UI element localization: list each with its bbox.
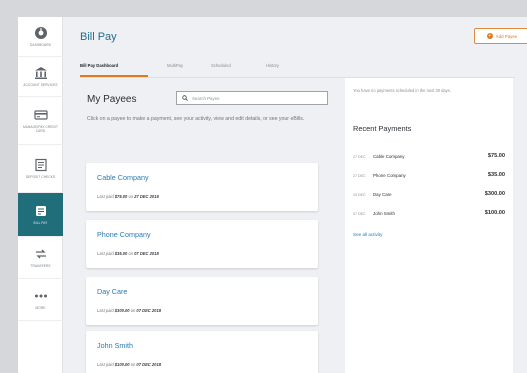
recent-payments-panel: You have no payments scheduled in the ne… [345, 78, 513, 373]
payee-last-paid: Last paid $100.00 on 07 DEC 2018 [97, 362, 162, 367]
payment-date: 27 DEC [353, 155, 366, 159]
payment-amount: $75.00 [487, 153, 505, 159]
payee-card-phone-company[interactable]: Phone Company Last paid $35.00 on 07 DEC… [86, 220, 318, 268]
search-input[interactable] [192, 95, 322, 101]
bill-pay-icon [35, 206, 46, 216]
tab-history[interactable]: History [266, 63, 279, 68]
payee-last-paid: Last paid $35.00 on 07 DEC 2018 [97, 251, 159, 256]
payee-name[interactable]: John Smith [97, 341, 133, 350]
sidebar-item-label: ACCOUNT SERVICES [23, 83, 58, 87]
page-header: Bill Pay + Add Payee [63, 17, 527, 56]
sidebar-item-transfers[interactable]: TRANSFERS [18, 237, 63, 279]
payees-panel: My Payees Click on a payee to make a pay… [80, 78, 336, 373]
payee-card-john-smith[interactable]: John Smith Last paid $100.00 on 07 DEC 2… [86, 331, 318, 373]
credit-card-icon [33, 110, 48, 120]
payment-payee: Cable Company [373, 154, 405, 159]
payment-row[interactable]: 07 DEC John Smith $100.00 [353, 210, 505, 221]
payee-card-day-care[interactable]: Day Care Last paid $300.00 on 07 DEC 201… [86, 277, 318, 325]
page-title: Bill Pay [80, 31, 117, 43]
bank-icon [34, 67, 47, 79]
payment-date: 27 DEC [353, 174, 366, 178]
plus-icon: + [486, 33, 493, 39]
sidebar-item-deposit-checks[interactable]: DEPOSIT CHECKS [18, 145, 63, 193]
sidebar-item-label: DEPOSIT CHECKS [25, 175, 56, 179]
sidebar-item-label: BILL PAY [33, 221, 48, 225]
payment-row[interactable]: 27 DEC Cable Company $75.00 [353, 153, 505, 164]
payment-amount: $300.00 [484, 191, 505, 197]
sidebar-item-label: TRANSFERS [30, 264, 51, 268]
payees-intro-text: Click on a payee to make a payment, see … [87, 116, 305, 122]
more-icon [34, 294, 47, 298]
search-box [176, 91, 328, 105]
recent-payments-title: Recent Payments [353, 124, 412, 133]
check-deposit-icon [34, 158, 47, 172]
payment-payee: Phone Company [373, 173, 406, 178]
payment-payee: John Smith [373, 211, 395, 216]
add-payee-button[interactable]: + Add Payee [474, 28, 527, 44]
transfer-icon [35, 249, 46, 259]
sidebar-item-label: MANAGE/PAY CREDIT CARD [23, 125, 58, 133]
no-scheduled-notice: You have no payments scheduled in the ne… [353, 88, 451, 93]
payment-row[interactable]: 10 DEC Day Care $300.00 [353, 191, 505, 202]
sidebar: DASHBOARD ACCOUNT SERVICES MANAGE/PAY CR… [18, 17, 63, 373]
sidebar-item-bill-pay[interactable]: BILL PAY [18, 193, 63, 237]
payee-name[interactable]: Cable Company [97, 173, 149, 182]
payee-card-cable-company[interactable]: Cable Company Last paid $75.00 on 27 DEC… [86, 163, 318, 211]
payment-date: 10 DEC [353, 193, 366, 197]
app-window: DASHBOARD ACCOUNT SERVICES MANAGE/PAY CR… [18, 17, 527, 373]
sidebar-item-dashboard[interactable]: DASHBOARD [18, 17, 63, 57]
payment-row[interactable]: 27 DEC Phone Company $35.00 [353, 172, 505, 183]
sidebar-item-label: DASHBOARD [29, 43, 52, 47]
search-icon [182, 95, 188, 101]
see-all-activity-link[interactable]: See all activity [353, 232, 382, 237]
tab-multipay[interactable]: MultiPay [167, 63, 183, 68]
payee-last-paid: Last paid $75.00 on 27 DEC 2018 [97, 194, 159, 199]
add-payee-label: Add Payee [495, 33, 518, 39]
sidebar-item-label: MORE [35, 306, 46, 310]
payee-last-paid: Last paid $300.00 on 07 DEC 2018 [97, 308, 162, 313]
payee-name[interactable]: Day Care [97, 287, 127, 296]
dashboard-icon [34, 27, 47, 39]
sidebar-item-account-services[interactable]: ACCOUNT SERVICES [18, 57, 63, 97]
payee-name[interactable]: Phone Company [97, 230, 151, 239]
sidebar-item-credit-card[interactable]: MANAGE/PAY CREDIT CARD [18, 97, 63, 145]
payment-amount: $35.00 [487, 172, 505, 178]
tab-bill-pay-dashboard[interactable]: Bill Pay Dashboard [80, 63, 118, 68]
tab-bar: Bill Pay Dashboard MultiPay Scheduled Hi… [63, 56, 527, 78]
payment-amount: $100.00 [484, 210, 505, 216]
section-title: My Payees [87, 94, 137, 105]
tab-scheduled[interactable]: Scheduled [211, 63, 231, 68]
active-tab-indicator [80, 75, 148, 77]
payment-date: 07 DEC [353, 212, 366, 216]
payment-payee: Day Care [373, 192, 392, 197]
sidebar-item-more[interactable]: MORE [18, 279, 63, 321]
